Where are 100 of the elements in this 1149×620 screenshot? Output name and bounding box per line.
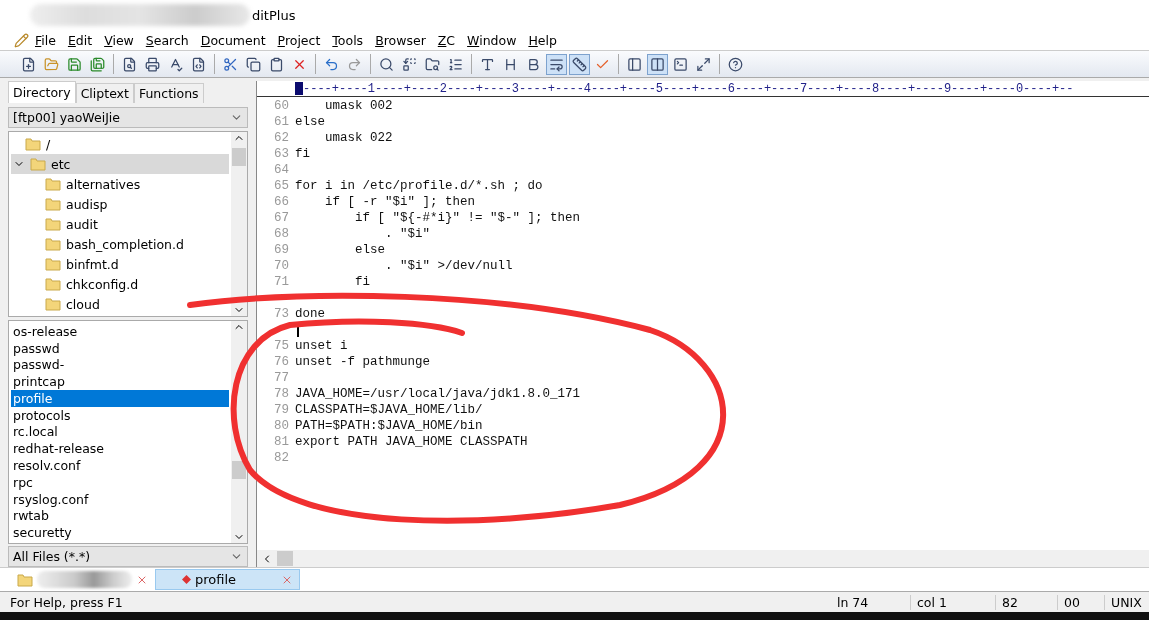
directory-entry[interactable]: resolv.conf [11,457,229,474]
tree-item[interactable]: binfmt.d [11,254,229,274]
menu-item[interactable]: File [29,32,62,48]
toolbar-button[interactable] [647,53,668,75]
line-number: 65 [273,179,290,193]
file-filter-dropdown[interactable]: All Files (*.*) [8,546,248,567]
replace-icon [402,56,417,72]
tab-label: profile [195,572,238,587]
tree-item[interactable]: / [11,134,229,154]
code-line: else [354,243,385,257]
bold-icon [526,56,541,72]
tree-item[interactable]: chkconfig.d [11,274,229,294]
status-code: 00 [1057,594,1104,610]
folder-name: / [46,136,51,152]
tree-item[interactable]: audit [11,214,229,234]
folder-name: binfmt.d [66,256,119,272]
code-line: if [ -r "$i" ]; then [324,195,476,209]
scroll-thumb[interactable] [277,551,293,566]
panel-tab[interactable]: Functions [133,83,204,103]
redo-icon [347,56,362,72]
scrollbar[interactable] [231,132,247,316]
panel-tab[interactable]: Cliptext [75,83,134,103]
document-tab[interactable]: profile [155,569,300,590]
folder-name: chkconfig.d [66,276,139,292]
columns-icon [650,56,665,72]
tree-item[interactable]: etc [11,154,229,174]
tree-item[interactable]: audisp [11,194,229,214]
directory-entry[interactable]: os-release [11,323,229,340]
line-number: 82 [273,451,290,465]
scroll-thumb[interactable] [232,148,246,166]
status-text: For Help, press F1 [9,594,124,610]
directory-entry[interactable]: securetty [11,524,229,541]
toolbar-button[interactable] [546,53,567,75]
code-line: . "$i" [384,227,431,241]
panel-tab[interactable]: Directory [8,81,76,103]
folder-name: audisp [66,196,108,212]
line-number: 69 [273,243,290,257]
directory-entry[interactable]: printcap [11,373,229,391]
directory-entry[interactable]: passwd [11,339,229,357]
directory-entry[interactable]: redhat-release [11,440,229,458]
directory-entry[interactable]: protocols [11,406,229,424]
line-number: 62 [273,131,290,145]
folder-icon [45,177,61,191]
code-line: fi [294,147,310,161]
folder-name: alternatives [66,176,141,192]
folder-icon [45,197,61,211]
directory-entry[interactable]: rsyslog.conf [11,490,229,508]
diamond-icon [182,575,191,584]
printer-icon [145,56,160,72]
line-number: 77 [273,371,290,385]
menu-item[interactable]: Window [461,32,523,48]
help-icon [728,56,743,72]
location-dropdown[interactable]: [ftp00] yaoWeiJie [8,107,248,128]
folder-name: bash_completion.d [66,236,184,252]
code-line: unset -f pathmunge [294,355,431,369]
menu-item[interactable]: ZC [431,32,462,48]
line-number: 60 [273,99,290,113]
tree-item[interactable]: bash_completion.d [11,234,229,254]
tree-item[interactable]: cloud [11,294,229,314]
folder-icon [45,297,61,311]
code-line: JAVA_HOME=/usr/local/java/jdk1.8.0_171 [294,387,581,401]
menu-item[interactable]: Help [522,32,563,48]
menu-item[interactable]: Document [194,32,272,48]
line-number: 66 [273,195,290,209]
new-file-icon [21,56,36,72]
wrap-text-icon [549,56,564,72]
ruler-icon [572,56,587,72]
directory-entry[interactable]: rc.local [11,423,229,441]
directory-entry[interactable]: profile [11,390,229,407]
tree-item[interactable]: alternatives [11,174,229,194]
code-line: unset i [294,339,348,353]
code-line: else [294,115,325,129]
menu-item[interactable]: Project [271,32,327,48]
code-line: CLASSPATH=$JAVA_HOME/lib/ [294,403,483,417]
line-number: 68 [273,227,290,241]
menu-item[interactable]: Edit [61,32,99,48]
directory-entry[interactable]: passwd- [11,356,229,374]
maximize-icon [696,56,711,72]
menu-item[interactable]: View [98,32,140,48]
horizontal-scrollbar[interactable] [257,550,1149,567]
scroll-thumb[interactable] [232,461,246,479]
ruler-cursor [295,82,303,95]
font-icon [480,56,495,72]
directory-entry[interactable]: rwtab [11,507,229,525]
status-line: ln 74 [836,594,870,610]
status-column: col 1 [910,594,995,610]
folder-icon [30,157,46,171]
terminal-icon [673,56,688,72]
toolbar-button[interactable] [569,53,590,75]
folder-search-icon [425,56,440,72]
menu-item[interactable]: Search [139,32,195,48]
directory-entry[interactable]: rpc [11,473,229,491]
document-search-icon [122,56,137,72]
undo-icon [324,56,339,72]
copy-icon [246,56,261,72]
menu-item[interactable]: Browser [369,32,432,48]
line-number: 71 [273,275,290,289]
line-number: 76 [273,355,290,369]
menu-item[interactable]: Tools [326,32,370,48]
spell-check-icon [168,56,183,72]
